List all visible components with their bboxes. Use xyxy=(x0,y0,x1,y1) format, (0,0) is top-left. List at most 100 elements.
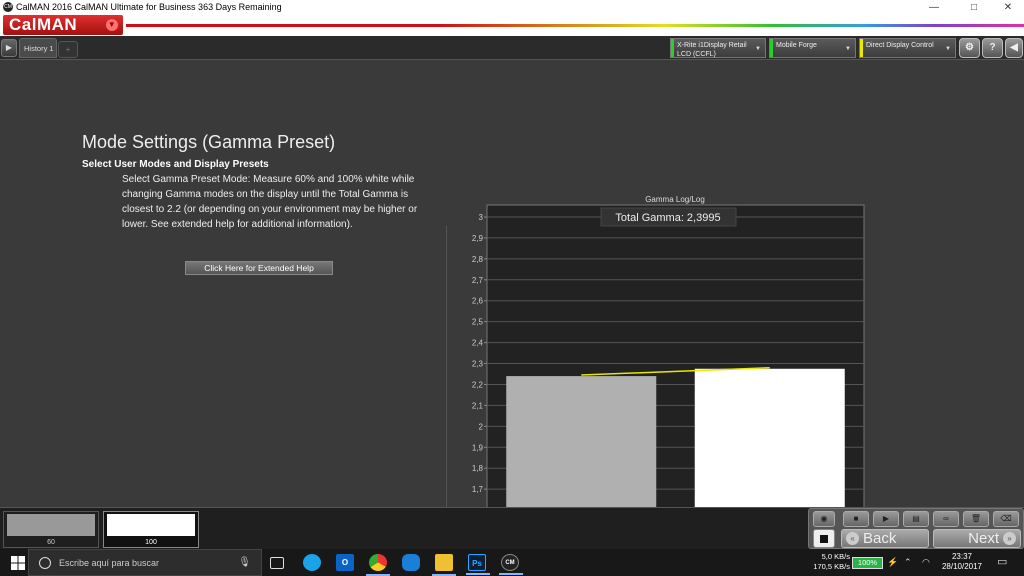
stop-button[interactable] xyxy=(813,529,835,548)
messaging-icon[interactable] xyxy=(402,554,420,571)
gamma-chart: Gamma Log/Log 1,51,61,71,81,922,12,22,32… xyxy=(472,195,865,552)
window-title-bar: CM CalMAN 2016 CalMAN Ultimate for Busin… xyxy=(0,0,1024,14)
display-name: Direct Display Control xyxy=(866,42,934,49)
main-panel: Mode Settings (Gamma Preset) Select User… xyxy=(0,61,1024,552)
app-icon: CM xyxy=(3,2,13,12)
power-plug-icon[interactable]: ⚡ xyxy=(887,557,898,568)
y-tick-label: 2,3 xyxy=(472,360,484,369)
y-tick-label: 2,7 xyxy=(472,276,484,285)
globe-app-icon[interactable] xyxy=(303,554,321,571)
y-tick-label: 2,5 xyxy=(472,318,484,327)
status-color-bar xyxy=(770,39,773,57)
chevron-down-icon: ▼ xyxy=(845,46,851,52)
calman-taskbar-icon[interactable]: CM xyxy=(499,554,523,575)
save-icon[interactable]: ▤ xyxy=(903,511,929,527)
network-speed: 5,0 KB/s 170,5 KB/s xyxy=(810,552,850,572)
swatch-label: 100 xyxy=(145,539,157,546)
instructions-text: Select Gamma Preset Mode: Measure 60% an… xyxy=(122,174,418,230)
stop-icon xyxy=(820,535,828,543)
forward-arrow-icon: » xyxy=(1003,532,1016,545)
meter-mode: LCD (CCFL) xyxy=(677,51,716,58)
play-icon[interactable]: ▶ xyxy=(1,39,17,57)
rainbow-bar xyxy=(126,24,1024,27)
panel-divider xyxy=(446,226,447,526)
y-tick-label: 2,1 xyxy=(472,401,484,410)
minimize-button[interactable]: — xyxy=(914,0,954,14)
net-download: 170,5 KB/s xyxy=(813,562,850,571)
taskbar: Escribe aquí para buscar 🎙 O Ps CM 5,0 K… xyxy=(0,549,1024,576)
tab-toolbar: ▶ History 1 + X-Rite i1Display Retail LC… xyxy=(0,36,1024,60)
y-tick-label: 2,4 xyxy=(472,339,484,348)
battery-indicator: 100% xyxy=(852,557,883,569)
clock-time: 23:37 xyxy=(951,552,973,561)
back-arrow-icon[interactable]: ◀ xyxy=(1005,38,1023,58)
play-icon[interactable]: ▶ xyxy=(873,511,899,527)
microphone-icon[interactable]: 🎙 xyxy=(238,557,251,568)
close-button[interactable]: ✕ xyxy=(988,0,1024,14)
calman-logo-menu[interactable]: CalMAN ▼ xyxy=(3,15,123,35)
y-tick-label: 3 xyxy=(479,213,484,222)
y-tick-label: 2,9 xyxy=(472,234,484,243)
battery-percent: 100% xyxy=(857,558,878,567)
back-button[interactable]: « Back xyxy=(841,529,929,548)
meter-name: X-Rite i1Display Retail xyxy=(677,42,747,49)
cortana-icon xyxy=(39,557,51,569)
chart-title: Gamma Log/Log xyxy=(645,195,705,204)
window-title: CalMAN 2016 CalMAN Ultimate for Business… xyxy=(16,2,282,12)
system-clock[interactable]: 23:37 28/10/2017 xyxy=(938,552,986,572)
help-icon[interactable]: ? xyxy=(982,38,1003,58)
chevron-up-icon[interactable]: ⌃ xyxy=(904,557,912,568)
search-placeholder: Escribe aquí para buscar xyxy=(59,558,160,568)
delete-icon[interactable]: 🗑 xyxy=(963,511,989,527)
status-color-bar xyxy=(860,39,863,57)
chrome-icon[interactable] xyxy=(366,554,390,576)
page-title: Mode Settings (Gamma Preset) xyxy=(82,132,336,152)
y-tick-label: 2 xyxy=(479,422,484,431)
outlook-icon[interactable]: O xyxy=(336,554,354,571)
source-name: Mobile Forge xyxy=(776,42,817,49)
section-subtitle: Select User Modes and Display Presets xyxy=(82,159,269,170)
swatch-60[interactable]: 60 xyxy=(3,511,99,548)
net-upload: 5,0 KB/s xyxy=(821,552,850,561)
pattern-source-selector[interactable]: Mobile Forge ▼ xyxy=(769,38,856,58)
eye-icon[interactable]: ◉ xyxy=(813,511,835,527)
back-arrow-icon: « xyxy=(846,532,859,545)
windows-start-icon[interactable] xyxy=(11,556,25,570)
swatch-color xyxy=(7,514,95,536)
loop-icon[interactable]: ∞ xyxy=(933,511,959,527)
back-label: Back xyxy=(863,530,897,547)
photoshop-icon[interactable]: Ps xyxy=(466,554,490,575)
extended-help-button[interactable]: Click Here for Extended Help xyxy=(185,261,333,275)
gear-icon[interactable]: ⚙ xyxy=(959,38,980,58)
notification-icon[interactable]: ▭ xyxy=(997,555,1007,568)
logo-bar: CalMAN ▼ xyxy=(0,14,1024,36)
meter-selector[interactable]: X-Rite i1Display Retail LCD (CCFL) ▼ xyxy=(670,38,766,58)
swatch-100[interactable]: 100 xyxy=(103,511,199,548)
clear-icon[interactable]: ⌫ xyxy=(993,511,1019,527)
display-selector[interactable]: Direct Display Control ▼ xyxy=(859,38,956,58)
taskbar-search-input[interactable]: Escribe aquí para buscar 🎙 xyxy=(28,549,262,576)
chevron-down-icon: ▼ xyxy=(945,46,951,52)
swatch-label: 60 xyxy=(47,539,55,546)
total-gamma-label: Total Gamma: 2,3995 xyxy=(615,212,720,224)
next-label: Next xyxy=(968,530,999,547)
tab-history-1[interactable]: History 1 xyxy=(19,38,57,58)
add-tab-button[interactable]: + xyxy=(58,41,78,58)
y-tick-label: 1,8 xyxy=(472,464,484,473)
next-button[interactable]: Next » xyxy=(933,529,1021,548)
swatch-color xyxy=(107,514,195,536)
y-tick-label: 2,8 xyxy=(472,255,484,264)
file-explorer-icon[interactable] xyxy=(432,554,456,576)
y-tick-label: 1,9 xyxy=(472,443,484,452)
y-tick-label: 2,6 xyxy=(472,297,484,306)
measurement-controls: ◉ ■ ▶ ▤ ∞ 🗑 ⌫ « Back Next » xyxy=(808,508,1024,549)
status-color-bar xyxy=(671,39,674,57)
clock-date: 28/10/2017 xyxy=(941,562,983,571)
logo-text: CalMAN xyxy=(9,15,78,34)
wifi-icon[interactable]: ◠ xyxy=(922,557,930,568)
y-tick-label: 2,2 xyxy=(472,380,484,389)
task-view-icon[interactable] xyxy=(270,557,284,569)
chevron-down-icon: ▼ xyxy=(106,19,118,31)
stop-measure-icon[interactable]: ■ xyxy=(843,511,869,527)
chevron-down-icon: ▼ xyxy=(755,46,761,52)
